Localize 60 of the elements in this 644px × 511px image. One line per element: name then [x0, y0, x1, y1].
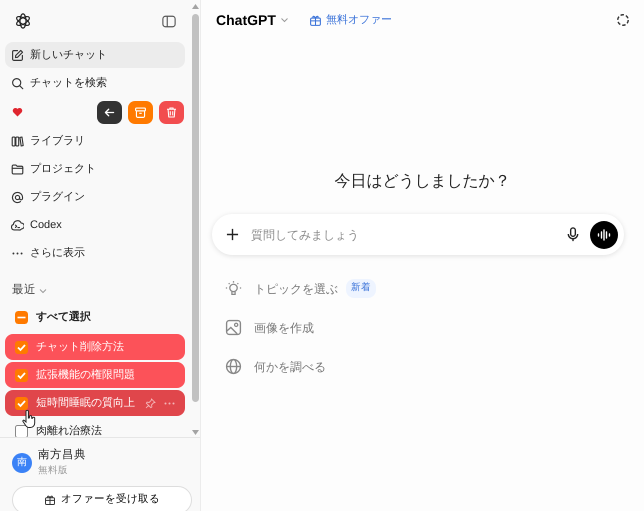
trash-icon	[165, 106, 178, 118]
folder-icon	[11, 162, 24, 176]
voice-button[interactable]	[590, 220, 618, 248]
books-icon	[11, 134, 24, 148]
hand-cursor-icon	[22, 410, 36, 428]
sidebar-toggle-icon[interactable]	[162, 14, 176, 28]
archive-icon	[134, 106, 147, 118]
checkbox[interactable]	[15, 368, 28, 382]
image-icon	[225, 319, 242, 336]
scroll-up-arrow-icon[interactable]	[192, 3, 199, 9]
logo-icon[interactable]	[14, 12, 32, 30]
pin-icon[interactable]	[145, 398, 156, 408]
edit-icon	[11, 48, 24, 62]
free-offer-link[interactable]: 無料オファー	[308, 12, 392, 28]
checkbox[interactable]	[15, 340, 28, 354]
search-icon	[11, 76, 24, 90]
heart-icon[interactable]	[12, 107, 23, 117]
user-avatar[interactable]: 南	[12, 452, 32, 473]
gift-icon	[308, 14, 322, 26]
new-badge: 新着	[346, 279, 376, 298]
section-heading: 最近	[12, 282, 36, 298]
delete-button[interactable]	[159, 100, 184, 124]
back-button[interactable]	[97, 100, 122, 124]
waveform-icon	[597, 228, 611, 240]
globe-icon	[225, 358, 242, 375]
lightbulb-icon	[225, 280, 242, 297]
select-all-checkbox[interactable]	[15, 310, 28, 324]
nav-item[interactable]: チャットを検索	[5, 70, 185, 96]
scroll-down-arrow-icon[interactable]	[192, 430, 199, 436]
terminal-cloud-icon	[11, 218, 24, 232]
suggestion-link[interactable]: 何かを調べる	[254, 358, 326, 376]
microphone-icon[interactable]	[566, 227, 580, 242]
chat-item[interactable]: 肉離れ治療法	[5, 418, 185, 437]
model-selector[interactable]: ChatGPT	[216, 10, 289, 30]
claim-offer-button[interactable]: オファーを受け取る	[12, 486, 192, 511]
checkbox[interactable]	[15, 396, 28, 410]
nav-item[interactable]: 新しいチャット	[5, 42, 185, 68]
nav-item[interactable]: プロジェクト	[5, 156, 185, 182]
plan-label: 無料版	[38, 464, 69, 478]
nav-item[interactable]: さらに表示	[5, 240, 185, 266]
suggestion-link[interactable]: トピックを選ぶ	[254, 280, 338, 298]
chevron-down-icon	[280, 17, 289, 23]
suggestion-link[interactable]: 画像を作成	[254, 318, 314, 336]
checkbox[interactable]	[15, 424, 28, 437]
select-all-label[interactable]: すべて選択	[36, 308, 91, 326]
archive-button[interactable]	[128, 100, 153, 124]
nav-item[interactable]: ライブラリ	[5, 128, 185, 154]
at-sign-icon	[11, 190, 24, 204]
more-icon[interactable]	[164, 402, 175, 404]
gift-icon	[44, 494, 56, 506]
message-input[interactable]: 質問してみましょう	[249, 224, 556, 244]
temporary-chat-icon[interactable]	[616, 13, 630, 27]
chevron-down-icon[interactable]	[39, 288, 47, 294]
greeting-heading: 今日はどうしましたか？	[334, 173, 510, 190]
plus-icon[interactable]	[226, 228, 239, 241]
user-name: 南方昌典	[38, 447, 86, 463]
nav-item[interactable]: プラグイン	[5, 184, 185, 210]
back-arrow-icon	[103, 106, 116, 118]
chat-item[interactable]: 短時間睡眠の質向上	[5, 390, 185, 416]
nav-item[interactable]: Codex	[5, 212, 185, 238]
